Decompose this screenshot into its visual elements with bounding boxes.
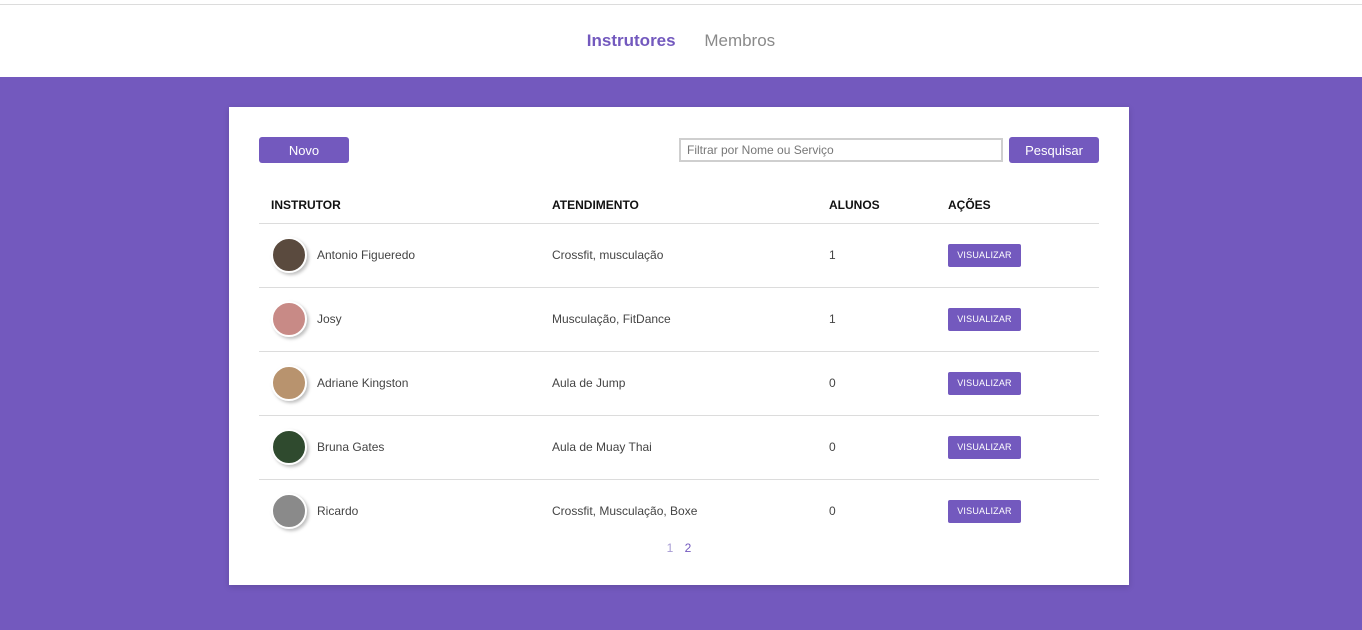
instructor-name: Ricardo: [317, 504, 359, 519]
instructor-name: Antonio Figueredo: [317, 248, 416, 262]
page-link-1[interactable]: 1: [667, 541, 674, 555]
service-cell: Aula de Jump: [540, 351, 817, 416]
table-row: Adriane Kingston Aula de Jump 0 VISUALIZ…: [259, 351, 1099, 416]
instructor-cell: Adriane Kingston: [259, 351, 540, 416]
view-button[interactable]: VISUALIZAR: [948, 371, 1021, 395]
students-cell: 1: [817, 287, 936, 352]
table-row: Antonio Figueredo Crossfit, musculação 1…: [259, 223, 1099, 288]
view-button[interactable]: VISUALIZAR: [948, 307, 1021, 331]
instructor-cell: Josy: [259, 287, 540, 352]
students-cell: 1: [817, 223, 936, 288]
table-row: Ricardo Crossfit, Musculação, Boxe 0 VIS…: [259, 479, 1099, 543]
instructor-name: Bruna Gates: [317, 440, 385, 454]
view-button[interactable]: VISUALIZAR: [948, 499, 1021, 523]
avatar: [271, 493, 307, 530]
header-acoes: AÇÕES: [936, 187, 1099, 224]
students-cell: 0: [829, 504, 836, 519]
actions-cell: VISUALIZAR: [936, 223, 1099, 288]
header-atendimento: ATENDIMENTO: [540, 187, 817, 224]
main-nav: Instrutores Membros: [0, 31, 1362, 51]
service-cell: Crossfit, Musculação, Boxe: [552, 504, 698, 519]
view-button[interactable]: VISUALIZAR: [948, 435, 1021, 459]
pagination: 1 2: [229, 541, 1129, 555]
table-header-row: INSTRUTOR ATENDIMENTO ALUNOS AÇÕES: [259, 187, 1099, 224]
view-button[interactable]: VISUALIZAR: [948, 243, 1021, 267]
header-alunos: ALUNOS: [817, 187, 936, 224]
instructors-table: INSTRUTOR ATENDIMENTO ALUNOS AÇÕES Anton…: [259, 187, 1099, 543]
instructor-cell: Ricardo: [259, 479, 540, 543]
service-cell: Musculação, FitDance: [540, 287, 817, 352]
service-cell: Crossfit, musculação: [540, 223, 817, 288]
actions-cell: VISUALIZAR: [936, 351, 1099, 416]
instructors-card: Novo Pesquisar INSTRUTOR ATENDIMENTO ALU…: [229, 107, 1129, 585]
page-link-2[interactable]: 2: [685, 541, 692, 555]
search-button[interactable]: Pesquisar: [1009, 137, 1099, 163]
instructor-name: Josy: [317, 312, 342, 326]
actions-cell: VISUALIZAR: [936, 415, 1099, 480]
students-cell: 0: [817, 415, 936, 480]
instructor-name: Adriane Kingston: [317, 376, 409, 390]
avatar: [271, 429, 307, 465]
instructor-cell: Antonio Figueredo: [259, 223, 540, 288]
avatar: [271, 237, 307, 273]
avatar: [271, 301, 307, 337]
tab-instrutores[interactable]: Instrutores: [587, 31, 676, 51]
students-cell: 0: [817, 351, 936, 416]
header-instrutor: INSTRUTOR: [259, 187, 540, 224]
actions-cell: VISUALIZAR: [936, 479, 1099, 543]
table-row: Josy Musculação, FitDance 1 VISUALIZAR: [259, 287, 1099, 352]
table-row: Bruna Gates Aula de Muay Thai 0 VISUALIZ…: [259, 415, 1099, 480]
header-bar: Instrutores Membros: [0, 4, 1362, 77]
search-input[interactable]: [679, 138, 1003, 162]
service-cell: Aula de Muay Thai: [540, 415, 817, 480]
actions-cell: VISUALIZAR: [936, 287, 1099, 352]
avatar: [271, 365, 307, 401]
instructor-cell: Bruna Gates: [259, 415, 540, 480]
new-instructor-button[interactable]: Novo: [259, 137, 349, 163]
tab-membros[interactable]: Membros: [704, 31, 775, 51]
